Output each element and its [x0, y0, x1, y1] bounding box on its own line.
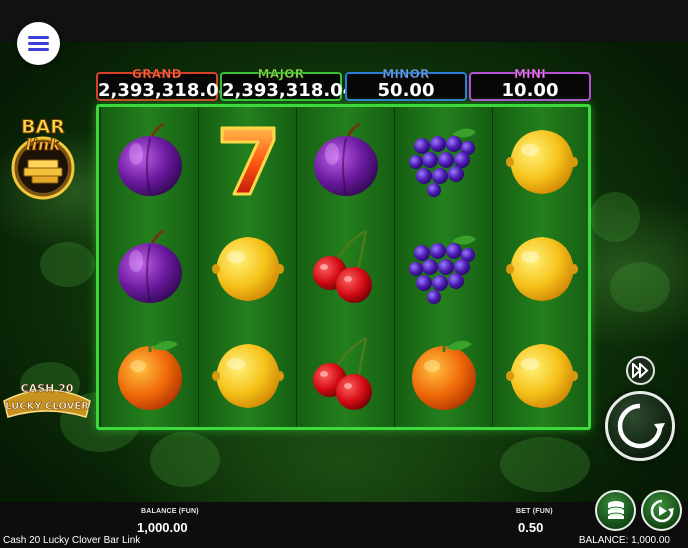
- balance-value: 1,000.00: [137, 520, 188, 535]
- jackpot-grand-value: 2,393,318.04: [98, 80, 232, 101]
- jackpot-mini-label: MINI: [513, 67, 547, 81]
- jackpot-grand-label: GRAND: [132, 67, 182, 81]
- symbol-lemon: [199, 321, 296, 427]
- cash-20-lucky-clover-logo: CASH 20 LUCKY CLOVER: [0, 375, 94, 425]
- symbol-grapes: [395, 214, 492, 320]
- reel-3: [297, 107, 394, 427]
- symbol-plum: [297, 107, 394, 213]
- jackpot-major-value: 2,393,318.04: [222, 80, 356, 101]
- reel-2: [199, 107, 296, 427]
- reel-grid: [96, 104, 591, 430]
- bet-coins-button[interactable]: [595, 490, 636, 531]
- jackpot-minor-label: MINOR: [382, 67, 430, 81]
- reel-4: [395, 107, 492, 427]
- jackpot-minor: MINOR 50.00: [345, 67, 467, 101]
- reel-1: [101, 107, 198, 427]
- coin-stack-icon: [607, 501, 625, 520]
- balance-label: BALANCE (FUN): [141, 508, 199, 515]
- jackpot-grand: GRAND 2,393,318.04: [96, 67, 232, 101]
- symbol-plum: [101, 107, 198, 213]
- symbol-cherry: [297, 214, 394, 320]
- game-screen: GRAND 2,393,318.04 MAJOR 2,393,318.04 MI…: [0, 0, 688, 548]
- symbol-seven: [199, 107, 296, 213]
- autoplay-icon: [650, 499, 674, 523]
- jackpot-mini-value: 10.00: [501, 80, 559, 101]
- symbol-lemon: [493, 214, 588, 320]
- top-bar: [0, 0, 688, 42]
- symbol-cherry: [297, 321, 394, 427]
- symbol-orange: [101, 321, 198, 427]
- svg-text:link: link: [26, 135, 61, 154]
- svg-text:CASH 20: CASH 20: [21, 382, 74, 395]
- symbol-lemon: [493, 321, 588, 427]
- bet-label: BET (FUN): [516, 508, 553, 515]
- jackpot-mini: MINI 10.00: [469, 67, 591, 101]
- symbol-lemon: [493, 107, 588, 213]
- jackpot-major: MAJOR 2,393,318.04: [220, 67, 356, 101]
- spin-arrow-icon: [617, 403, 665, 449]
- menu-button[interactable]: [17, 22, 60, 65]
- svg-text:LUCKY CLOVER: LUCKY CLOVER: [5, 401, 89, 412]
- bar-link-logo: BAR link: [6, 110, 81, 200]
- jackpot-minor-value: 50.00: [377, 80, 435, 101]
- fast-forward-icon: [632, 363, 649, 378]
- bet-value: 0.50: [518, 520, 544, 535]
- autoplay-button[interactable]: [641, 490, 682, 531]
- jackpot-major-label: MAJOR: [257, 67, 305, 81]
- balance-readout: BALANCE: 1,000.00: [578, 535, 670, 546]
- fast-forward-button[interactable]: [626, 356, 655, 385]
- symbol-orange: [395, 321, 492, 427]
- symbol-plum: [101, 214, 198, 320]
- reel-5: [493, 107, 588, 427]
- symbol-lemon: [199, 214, 296, 320]
- game-name: Cash 20 Lucky Clover Bar Link: [3, 535, 141, 546]
- spin-button[interactable]: [605, 391, 675, 461]
- symbol-grapes: [395, 107, 492, 213]
- hamburger-menu-icon: [28, 36, 49, 39]
